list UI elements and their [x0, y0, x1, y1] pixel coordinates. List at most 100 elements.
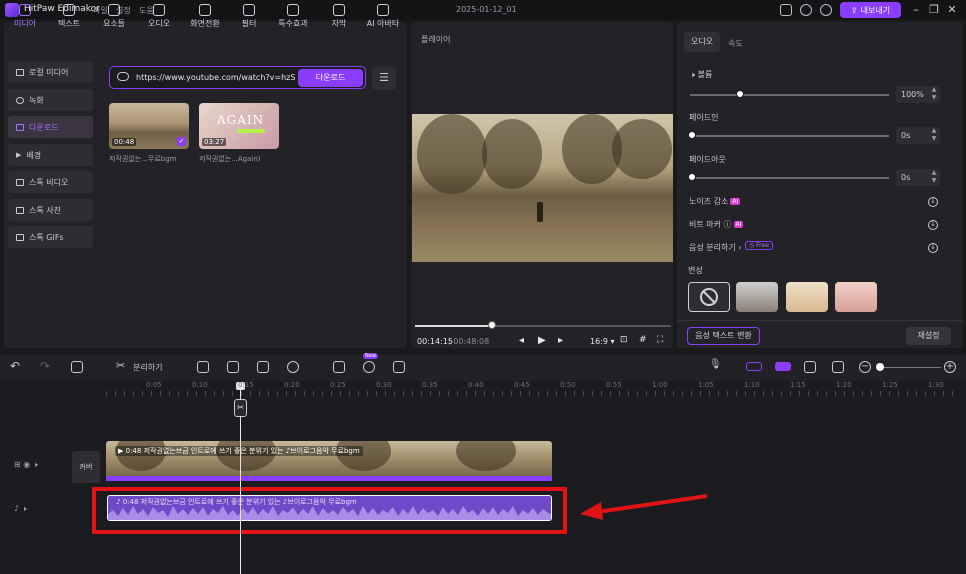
redo-icon[interactable]: ↷: [40, 359, 50, 373]
microphone-icon[interactable]: 🎙: [709, 359, 722, 370]
text-icon: [63, 4, 75, 16]
fullscreen-icon[interactable]: ⛶: [657, 335, 663, 345]
video-preview[interactable]: [412, 114, 673, 262]
speech-to-text-button[interactable]: 음성 텍스트 변환: [687, 327, 760, 345]
prev-frame-icon[interactable]: ◂: [519, 335, 524, 346]
feedback-icon[interactable]: [780, 4, 792, 16]
tab-subtitle[interactable]: 자막: [322, 4, 356, 32]
voice-none-option[interactable]: [688, 282, 730, 312]
tab-audio-props[interactable]: 오디오: [684, 32, 720, 52]
sidebar-item-stock-gifs[interactable]: 스톡 GIFs: [8, 226, 93, 248]
zoom-in-icon[interactable]: +: [944, 361, 956, 373]
ruler-tick: [376, 391, 377, 396]
ai-tool-icon[interactable]: [257, 361, 269, 373]
tab-text[interactable]: 텍스트: [52, 4, 86, 32]
delete-icon[interactable]: [71, 361, 83, 373]
ruler-tick: [655, 391, 656, 396]
tab-filter[interactable]: 필터: [232, 4, 266, 32]
beat-marker-row: 비트 마커 ⓘ AI: [689, 219, 744, 230]
voice-avatar-option[interactable]: [786, 282, 828, 312]
close-icon[interactable]: ✕: [946, 4, 958, 16]
zoom-knob[interactable]: [876, 363, 884, 371]
speed-icon[interactable]: [287, 361, 299, 373]
scissors-icon[interactable]: ✂: [116, 359, 125, 372]
volume-stepper[interactable]: ▲ ▼: [929, 86, 939, 103]
ruler-tick: [205, 391, 206, 396]
layers-icon: ⊞: [14, 460, 21, 469]
link-clips-icon[interactable]: [746, 362, 762, 371]
download-icon[interactable]: ↓: [928, 220, 938, 230]
fadein-knob[interactable]: [688, 131, 696, 139]
restore-icon[interactable]: ❐: [928, 4, 940, 16]
audio-track-controls[interactable]: ♪ 🕨: [14, 504, 27, 514]
tab-audio[interactable]: 오디오: [142, 4, 176, 32]
ruler-tick: [124, 391, 125, 396]
split-label[interactable]: 분리하기: [133, 362, 162, 373]
ruler-tick: [772, 391, 773, 396]
zoom-out-icon[interactable]: −: [859, 361, 871, 373]
tab-elements[interactable]: 요소들: [97, 4, 131, 32]
fadein-slider[interactable]: [690, 135, 889, 137]
volume-knob[interactable]: [735, 90, 744, 98]
sidebar-item-stock-photo[interactable]: 스톡 사진: [8, 199, 93, 221]
download-icon[interactable]: ↓: [928, 197, 938, 207]
text-to-speech-icon[interactable]: [333, 361, 345, 373]
split-marker-icon[interactable]: ✂: [234, 399, 247, 417]
tab-media[interactable]: 미디어: [8, 4, 42, 32]
fadein-stepper[interactable]: ▲ ▼: [929, 127, 939, 144]
download-icon[interactable]: ↓: [928, 243, 938, 253]
download-icon[interactable]: [363, 361, 375, 373]
media-thumbnail[interactable]: AGAIN 03:27: [199, 103, 279, 149]
mask-icon[interactable]: [197, 361, 209, 373]
tab-speed[interactable]: 속도: [728, 38, 743, 49]
ruler-tick: [349, 391, 350, 396]
snapshot-icon[interactable]: ⊡: [620, 335, 628, 345]
video-track-controls[interactable]: ⊞ ◉ 🕨: [14, 460, 38, 470]
ruler-tick-label: 0:30: [376, 381, 392, 389]
aspect-ratio-dropdown[interactable]: 16:9 ▾: [590, 337, 615, 346]
fadeout-knob[interactable]: [688, 173, 696, 181]
tree-shape: [482, 119, 542, 189]
split-view-icon[interactable]: [804, 361, 816, 373]
progress-knob[interactable]: [487, 321, 496, 329]
media-thumbnail[interactable]: 00:48 ✓: [109, 103, 189, 149]
free-badge: ◷ Free: [745, 241, 773, 250]
sidebar-item-recording[interactable]: 녹화: [8, 89, 93, 111]
sort-icon[interactable]: ☰: [372, 67, 396, 90]
undo-icon[interactable]: ↶: [10, 359, 20, 373]
sidebar-item-local-media[interactable]: 로컬 미디어: [8, 61, 93, 83]
sidebar-item-label: 스톡 사진: [29, 205, 61, 215]
elements-icon: [108, 4, 120, 16]
fadeout-stepper[interactable]: ▲ ▼: [929, 169, 939, 186]
minimize-icon[interactable]: –: [910, 4, 922, 16]
grid-icon[interactable]: #: [639, 335, 647, 345]
account-icon[interactable]: [820, 4, 832, 16]
export-button[interactable]: ⇪ 내보내기: [840, 2, 901, 18]
url-input-value[interactable]: https://www.youtube.com/watch?v=hzSima: [136, 73, 296, 82]
export-clip-icon[interactable]: [393, 361, 405, 373]
sidebar-item-download[interactable]: 다운로드: [8, 116, 93, 138]
sidebar-item-background[interactable]: ▶ 배경: [8, 144, 93, 166]
ruler-tick: [934, 391, 935, 396]
tab-ai-avatar[interactable]: AI 아바타: [362, 4, 404, 32]
sidebar-item-stock-video[interactable]: 스톡 비디오: [8, 171, 93, 193]
reset-button[interactable]: 재설정: [906, 327, 951, 345]
fadeout-slider[interactable]: [690, 177, 889, 179]
play-icon[interactable]: ▶: [538, 335, 546, 346]
download-icon[interactable]: [800, 4, 812, 16]
next-frame-icon[interactable]: ▸: [558, 335, 563, 346]
ruler-tick: [556, 391, 557, 396]
magnet-icon[interactable]: [775, 362, 791, 371]
cover-button[interactable]: 커버: [72, 451, 100, 483]
tab-effects[interactable]: 특수효과: [274, 4, 312, 32]
ruler-tick: [538, 391, 539, 396]
ruler-tick: [718, 391, 719, 396]
voice-avatar-option[interactable]: [736, 282, 778, 312]
text-box-icon[interactable]: [227, 361, 239, 373]
fit-width-icon[interactable]: [832, 361, 844, 373]
volume-slider[interactable]: [690, 94, 889, 96]
voice-avatar-option[interactable]: [835, 282, 877, 312]
tab-transition[interactable]: 화면전환: [187, 4, 223, 32]
download-button[interactable]: 다운로드: [298, 69, 363, 87]
zoom-slider[interactable]: [877, 367, 941, 368]
